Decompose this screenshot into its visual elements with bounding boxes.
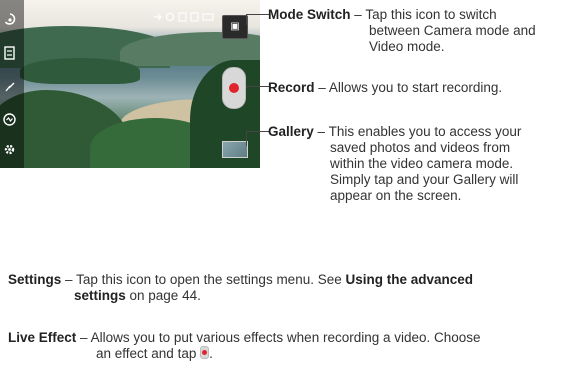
callout-text: between Camera mode and: [369, 23, 536, 38]
record-dot-icon: [229, 83, 239, 93]
gallery-callout: Gallery – This enables you to access you…: [268, 124, 573, 204]
dash: –: [317, 124, 326, 139]
leader-line: [246, 86, 269, 88]
callout-text: This enables you to access your: [328, 124, 522, 139]
callout-text: saved photos and videos from: [330, 140, 511, 155]
flash-icon[interactable]: [4, 81, 16, 95]
dash: –: [318, 80, 326, 95]
leader-line: [246, 131, 269, 146]
callout-text: Simply tap and your Gallery will: [330, 172, 519, 187]
live-effect-icon[interactable]: [3, 113, 16, 128]
mode-switch-callout: Mode Switch – Tap this icon to switch be…: [268, 7, 573, 55]
callout-term: Gallery: [268, 124, 314, 139]
description-text: .: [209, 346, 213, 361]
link-text: Using the advanced: [345, 272, 474, 287]
description-text: Tap this icon to open the settings menu.…: [76, 272, 346, 287]
camera-video-icon: ▣: [230, 21, 240, 32]
dash: –: [354, 7, 362, 22]
live-effect-description: Live Effect – Allows you to put various …: [8, 330, 573, 362]
callout-text: Video mode.: [369, 39, 445, 54]
record-button[interactable]: [222, 67, 246, 109]
callout-text: Allows you to start recording.: [328, 80, 503, 95]
record-icon: [200, 346, 210, 359]
mode-switch-button[interactable]: ▣: [222, 15, 248, 39]
dash: –: [65, 272, 73, 287]
settings-term: Settings: [8, 272, 62, 287]
camera-viewfinder: ▣: [0, 0, 260, 168]
settings-description: Settings – Tap this icon to open the set…: [8, 272, 573, 304]
switch-camera-icon[interactable]: [4, 13, 16, 29]
callout-text: within the video camera mode.: [330, 156, 514, 171]
callout-text: appear on the screen.: [330, 188, 462, 203]
gallery-thumbnail[interactable]: [222, 141, 248, 158]
callout-term: Mode Switch: [268, 7, 351, 22]
record-callout: Record – Allows you to start recording.: [268, 80, 573, 96]
description-text: on page 44.: [125, 288, 201, 303]
description-text: Allows you to put various effects when r…: [90, 330, 481, 345]
live-effect-term: Live Effect: [8, 330, 77, 345]
leader-line: [246, 14, 269, 25]
island: [20, 58, 140, 84]
dash: –: [80, 330, 88, 345]
callout-term: Record: [268, 80, 315, 95]
callout-text: Tap this icon to switch: [365, 7, 497, 22]
status-icons: [153, 12, 219, 24]
link-text: settings: [74, 288, 126, 303]
scene-icon[interactable]: [4, 46, 16, 62]
gear-icon[interactable]: [3, 143, 16, 158]
description-text: an effect and tap: [96, 346, 201, 361]
